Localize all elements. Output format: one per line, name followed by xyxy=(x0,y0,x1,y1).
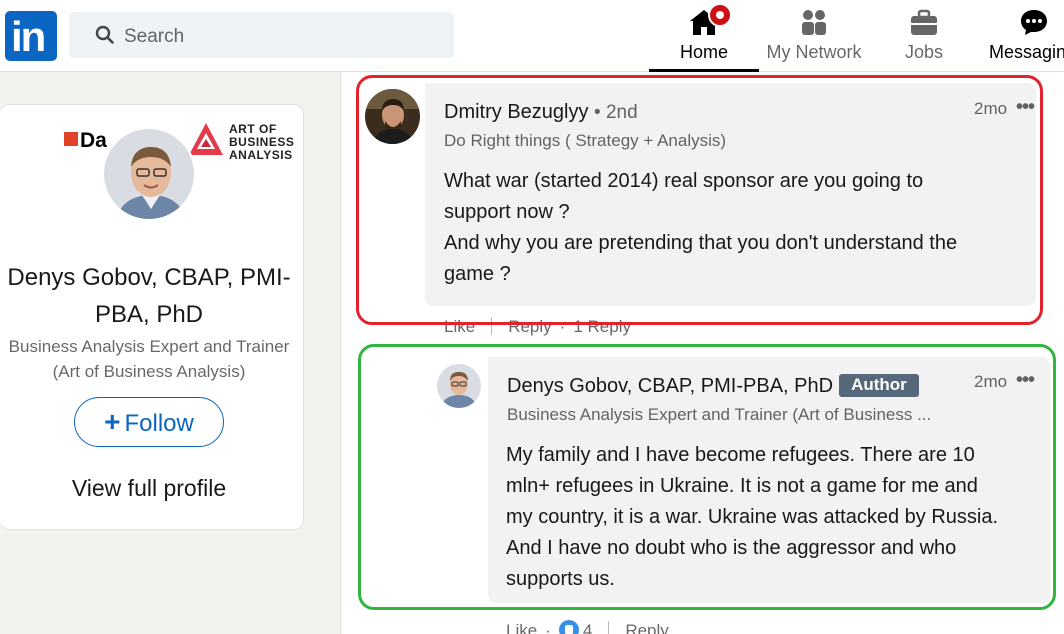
company-logo-left: Da xyxy=(64,129,107,153)
art-of-business-analysis-logo: ART OF BUSINESS ANALYSIS xyxy=(187,121,299,163)
nav-jobs-label: Jobs xyxy=(904,42,944,62)
profile-name[interactable]: Denys Gobov, CBAP, PMI-PBA, PhD xyxy=(0,259,298,333)
people-icon xyxy=(802,10,826,35)
follow-button[interactable]: + Follow xyxy=(74,397,224,447)
global-nav: in Search Home My Network Jobs Messagin xyxy=(0,0,1064,72)
logo-text: in xyxy=(11,13,46,60)
search-bar[interactable]: Search xyxy=(69,12,454,58)
notification-badge xyxy=(708,3,732,27)
view-full-profile-link[interactable]: View full profile xyxy=(0,475,298,502)
comment-actions: Like · 4 Reply xyxy=(506,620,669,634)
nav-jobs[interactable]: Jobs xyxy=(869,0,979,72)
linkedin-logo[interactable]: in xyxy=(5,11,57,61)
like-button[interactable]: Like xyxy=(506,621,537,634)
reply-button[interactable]: Reply xyxy=(625,621,668,634)
nav-home-label: Home xyxy=(679,42,728,62)
company-logo-left-text: Da xyxy=(80,129,107,152)
logo-line-3: ANALYSIS xyxy=(229,148,293,162)
like-reaction-icon xyxy=(558,620,579,634)
triangle-logo-icon xyxy=(189,123,223,155)
nav-messaging-label: Messaging xyxy=(989,42,1064,62)
like-count[interactable]: 4 xyxy=(583,621,592,634)
briefcase-icon xyxy=(911,9,937,35)
divider xyxy=(608,621,610,634)
nav-my-network-label: My Network xyxy=(766,42,862,62)
profile-avatar[interactable] xyxy=(102,127,196,221)
profile-card: Da ART OF BUSINESS ANALYSIS Denys Gobov,… xyxy=(0,104,304,530)
dot-separator: · xyxy=(545,621,551,634)
highlight-box-green xyxy=(358,344,1056,610)
nav-my-network[interactable]: My Network xyxy=(759,0,869,72)
highlight-box-red xyxy=(356,75,1043,325)
chat-icon xyxy=(1021,10,1047,35)
plus-icon: + xyxy=(104,406,121,437)
profile-headline: Business Analysis Expert and Trainer (Ar… xyxy=(8,337,290,381)
follow-label: Follow xyxy=(124,410,194,437)
search-icon xyxy=(95,25,114,44)
search-input[interactable]: Search xyxy=(124,26,184,48)
nav-messaging[interactable]: Messaging xyxy=(979,0,1064,72)
nav-home[interactable]: Home xyxy=(649,0,759,72)
